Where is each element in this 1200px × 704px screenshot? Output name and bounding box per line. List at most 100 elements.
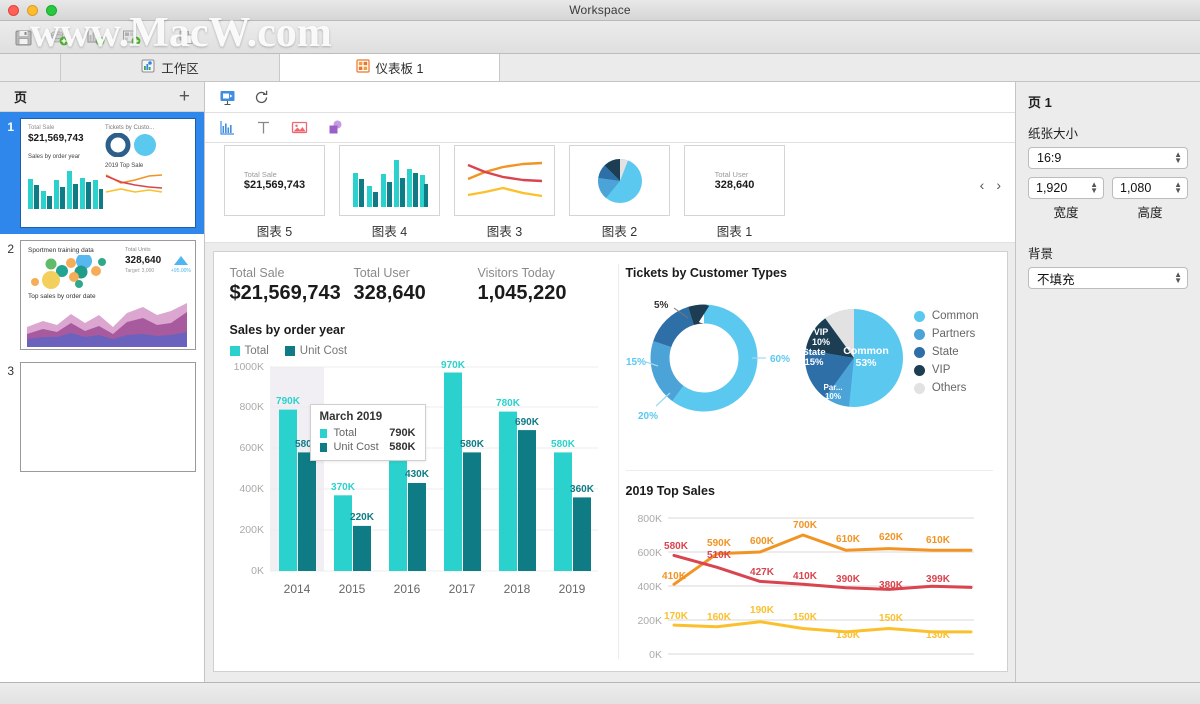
svg-text:700K: 700K — [793, 520, 818, 531]
tab-workspace[interactable]: 工作区 — [60, 54, 280, 81]
inspector-panel: 页 1 纸张大小 16:9 ▲ ▼ 1,920 ▲ ▼ 宽度 1,080 ▲ ▼… — [1015, 82, 1200, 682]
close-button[interactable] — [8, 5, 19, 16]
svg-text:2016: 2016 — [393, 582, 420, 596]
gallery-card-kpi-total-user[interactable]: Total User 328,640 — [684, 145, 785, 216]
svg-text:590K: 590K — [707, 538, 732, 549]
svg-text:360K: 360K — [570, 484, 595, 495]
svg-text:1000K: 1000K — [233, 361, 263, 373]
gallery-next-button[interactable]: › — [996, 177, 1001, 193]
pages-panel: 页 + 1 Total Sale $21,569,743 Sales by or… — [0, 82, 205, 682]
page-item-1[interactable]: 1 Total Sale $21,569,743 Sales by order … — [0, 112, 204, 234]
page-thumbnail-3[interactable] — [20, 362, 196, 472]
add-chart-icon[interactable] — [82, 25, 108, 49]
legend-swatch — [229, 346, 240, 356]
gallery-prev-button[interactable]: ‹ — [980, 177, 985, 193]
svg-text:399K: 399K — [926, 574, 951, 585]
height-input[interactable]: 1,080 ▲ ▼ — [1112, 177, 1188, 199]
gallery-pie-thumb — [597, 158, 642, 203]
kpi-total-sale[interactable]: Total Sale $21,569,743 — [230, 266, 341, 305]
gallery-label: 图表 1 — [716, 225, 753, 239]
top-sales-block[interactable]: 2019 Top Sales 800K 600K 400K 200K 0K 41… — [626, 484, 993, 684]
svg-text:10%: 10% — [811, 337, 829, 347]
kpi-total-user[interactable]: Total User 328,640 — [354, 266, 458, 305]
gallery-card-bar[interactable] — [339, 145, 440, 216]
svg-text:5%: 5% — [654, 300, 669, 311]
gallery-bar-thumb — [352, 159, 428, 207]
inspector-spacer — [1028, 221, 1188, 243]
window-controls[interactable] — [8, 5, 57, 16]
svg-text:170K: 170K — [664, 611, 689, 622]
svg-text:800K: 800K — [239, 401, 264, 413]
page-number: 1 — [7, 120, 14, 134]
tooltip-value: 580K — [389, 441, 416, 453]
gallery-item-1[interactable]: Total User 328,640 图表 1 — [677, 145, 792, 240]
background-select[interactable]: 不填充 ▲ ▼ — [1028, 267, 1188, 289]
add-page-button[interactable]: + — [179, 87, 190, 106]
tickets-block[interactable]: Tickets by Customer Types 60% 20% 15% 5%… — [626, 266, 993, 436]
page-number: 2 — [7, 242, 14, 256]
legend-item-partners: Partners — [913, 328, 979, 340]
main-body: 页 + 1 Total Sale $21,569,743 Sales by or… — [0, 82, 1200, 682]
tooltip-title: March 2019 — [319, 411, 383, 423]
minimize-button[interactable] — [27, 5, 38, 16]
chevron-updown-icon: ▲ ▼ — [1174, 150, 1182, 165]
width-input[interactable]: 1,920 ▲ ▼ — [1028, 177, 1104, 199]
window-title: Workspace — [569, 3, 631, 17]
kpi-value: 328,640 — [353, 282, 426, 304]
kpi-visitors-today[interactable]: Visitors Today 1,045,220 — [478, 266, 582, 305]
svg-text:427K: 427K — [750, 567, 775, 578]
tab-dashboard-1[interactable]: 仪表板 1 — [280, 54, 500, 81]
title-bar: Workspace — [0, 0, 1200, 21]
legend-item-others: Others — [913, 382, 979, 394]
save-icon[interactable] — [10, 25, 36, 49]
tab-workspace-label: 工作区 — [161, 62, 199, 76]
bar-chart-svg: 0K 200K 400K 600K 800K 1000K 790K 580K 3… — [233, 361, 598, 596]
kpi-label: Total User — [353, 266, 410, 280]
legend-label: VIP — [931, 364, 951, 376]
gallery-item-4[interactable]: 图表 4 — [332, 145, 447, 240]
text-icon[interactable] — [253, 118, 273, 138]
page-thumbnail-2[interactable]: Sportmen training data Total Units 328,6… — [20, 240, 196, 350]
shape-icon[interactable] — [325, 118, 345, 138]
image-icon[interactable] — [289, 118, 309, 138]
gallery-label: 图表 3 — [486, 225, 523, 239]
add-data-source-icon[interactable] — [46, 25, 72, 49]
dashboard-content: Total Sale $21,569,743 Total User 328,64… — [214, 252, 1007, 671]
gallery-card-line[interactable] — [454, 145, 555, 216]
stepper-icon[interactable]: ▲ ▼ — [1090, 181, 1098, 195]
stepper-icon[interactable]: ▲ ▼ — [1174, 181, 1182, 195]
gallery-card-pie[interactable] — [569, 145, 670, 216]
legend-item-unit-cost: Unit Cost — [284, 345, 347, 357]
svg-text:430K: 430K — [405, 469, 430, 480]
gallery-item-2[interactable]: 图表 2 — [562, 145, 677, 240]
page-item-3[interactable]: 3 — [0, 356, 204, 478]
width-field-group: 1,920 ▲ ▼ 宽度 — [1028, 177, 1104, 221]
svg-text:800K: 800K — [637, 513, 662, 525]
gallery-card-kpi-total-sale[interactable]: Total Sale $21,569,743 — [224, 145, 325, 216]
thumb-total-sale-value: $21,569,743 — [28, 133, 84, 144]
paper-size-select[interactable]: 16:9 ▲ ▼ — [1028, 147, 1188, 169]
inspector-title: 页 1 — [1028, 95, 1052, 110]
thumb-donut-icons — [105, 133, 156, 157]
gallery-item-5[interactable]: Total Sale $21,569,743 图表 5 — [217, 145, 332, 240]
chart-icon[interactable] — [217, 118, 237, 138]
add-dashboard-icon[interactable] — [118, 25, 144, 49]
gallery-label: 图表 5 — [256, 225, 293, 239]
gallery-item-3[interactable]: 图表 3 — [447, 145, 562, 240]
svg-text:790K: 790K — [276, 396, 301, 407]
editor-toolbar-top — [205, 82, 1015, 113]
duplicate-icon[interactable] — [173, 25, 199, 49]
tickets-title: Tickets by Customer Types — [625, 266, 787, 280]
present-icon[interactable] — [217, 87, 237, 107]
dashboard-canvas[interactable]: Total Sale $21,569,743 Total User 328,64… — [212, 251, 1008, 672]
page-thumbnail-1[interactable]: Total Sale $21,569,743 Sales by order ye… — [20, 118, 196, 228]
gallery-label: 图表 4 — [371, 225, 408, 239]
page-item-2[interactable]: 2 Sportmen training data Total Units 328… — [0, 234, 204, 356]
legend-label: Total — [244, 345, 269, 357]
refresh-icon[interactable] — [251, 87, 271, 107]
kpi-value: 1,045,220 — [477, 282, 567, 304]
background-label: 背景 — [1028, 247, 1054, 261]
svg-text:610K: 610K — [836, 534, 861, 545]
svg-text:600K: 600K — [637, 547, 662, 559]
maximize-button[interactable] — [46, 5, 57, 16]
